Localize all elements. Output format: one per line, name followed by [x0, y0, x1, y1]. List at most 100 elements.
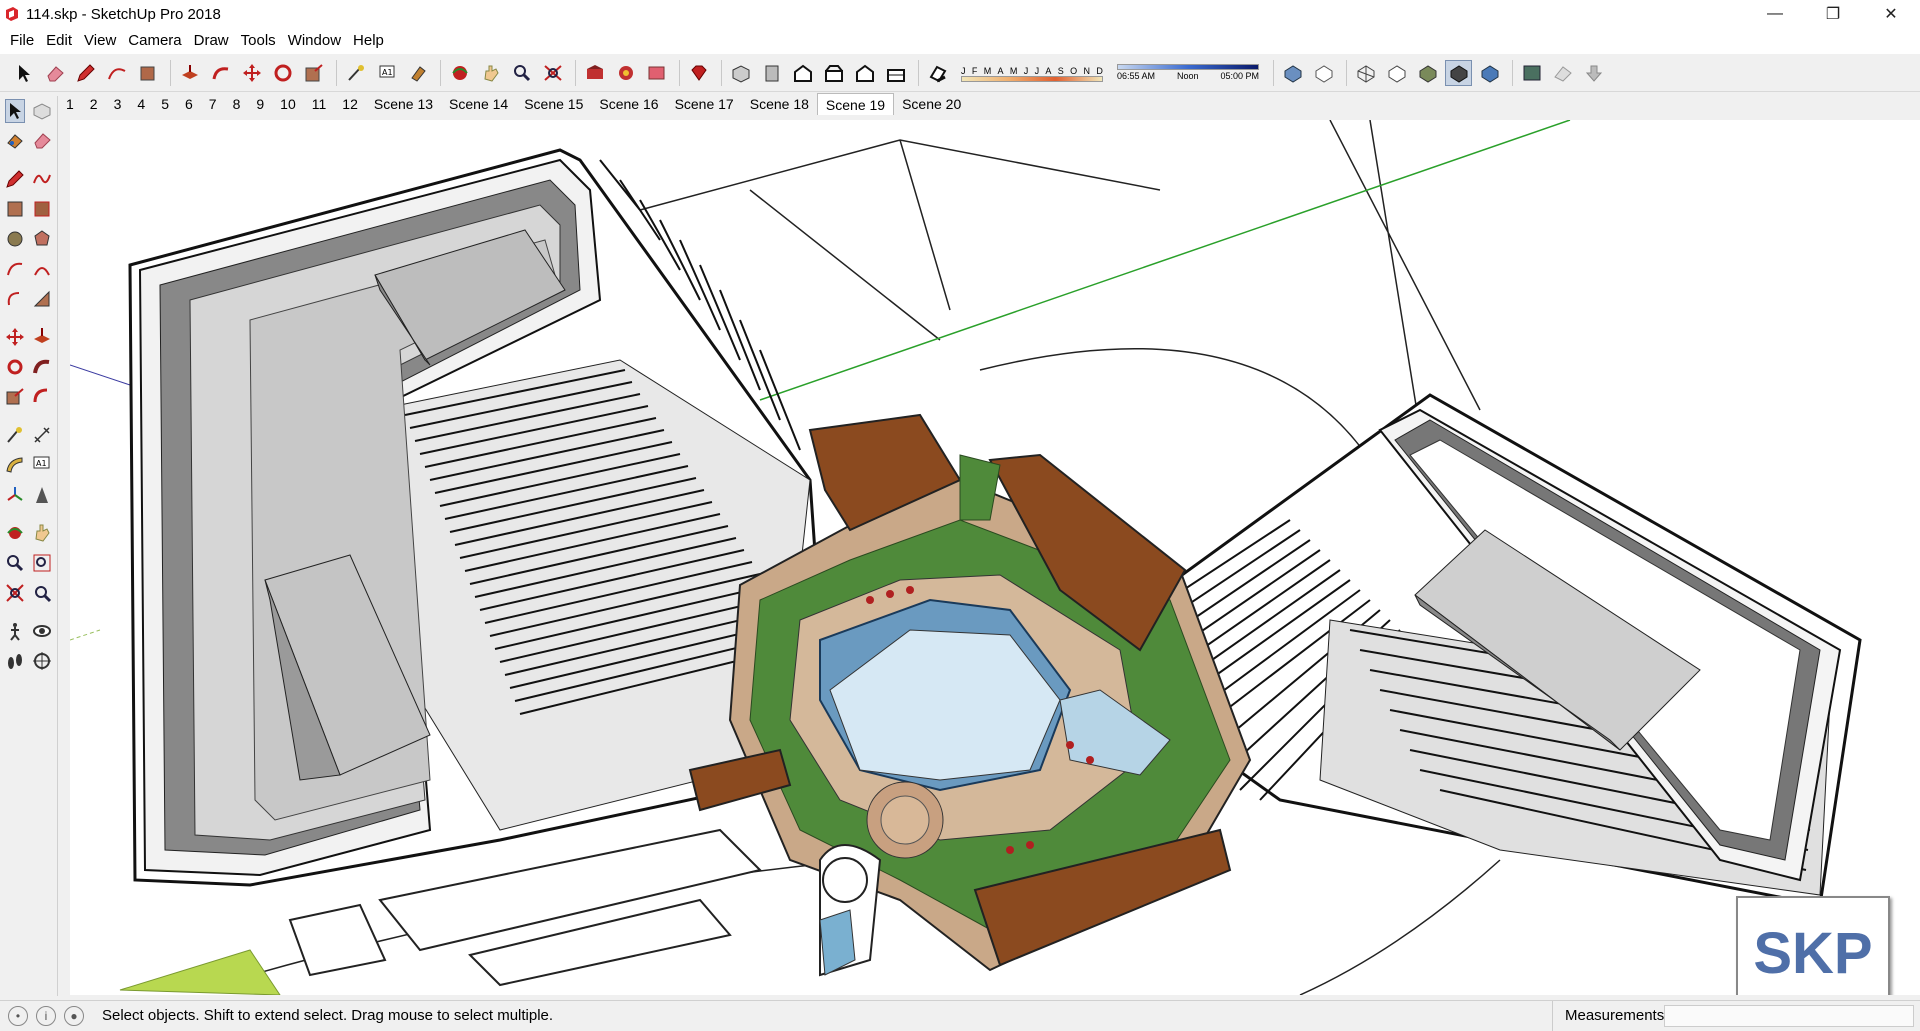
follow-me-icon[interactable]	[32, 355, 52, 379]
text-icon[interactable]: A1	[32, 453, 52, 477]
menu-edit[interactable]: Edit	[40, 28, 78, 54]
axes-icon[interactable]	[5, 483, 25, 507]
credits-icon[interactable]: i	[36, 1005, 56, 1026]
send-icon[interactable]	[643, 60, 670, 86]
menu-tools[interactable]: Tools	[235, 28, 282, 54]
paint-bucket-icon[interactable]	[134, 60, 161, 86]
front-view-icon[interactable]	[789, 60, 816, 86]
push-pull-icon[interactable]	[176, 60, 203, 86]
wireframe-icon[interactable]	[1352, 60, 1379, 86]
zoom-extents-icon[interactable]	[5, 581, 25, 605]
polygon-icon[interactable]	[32, 227, 52, 251]
ruby-icon[interactable]	[685, 60, 712, 86]
minimize-button[interactable]: —	[1746, 0, 1804, 28]
monochrome-icon[interactable]	[1476, 60, 1503, 86]
scene-tab-15[interactable]: Scene 15	[516, 93, 591, 115]
extension-icon[interactable]	[612, 60, 639, 86]
select-icon[interactable]	[5, 99, 25, 123]
arc-icon[interactable]	[103, 60, 130, 86]
component-icon[interactable]	[32, 99, 52, 123]
position-camera-icon[interactable]	[5, 619, 25, 643]
3d-text-icon[interactable]	[32, 483, 52, 507]
scene-tab-6[interactable]: 6	[177, 93, 201, 115]
scene-tab-4[interactable]: 4	[129, 93, 153, 115]
paint-icon[interactable]	[404, 60, 431, 86]
three-point-arc-icon[interactable]	[5, 287, 25, 311]
freehand-icon[interactable]	[32, 167, 52, 191]
hidden-line-icon[interactable]	[1383, 60, 1410, 86]
paint-bucket-icon[interactable]	[5, 129, 25, 153]
menu-file[interactable]: File	[4, 28, 40, 54]
iso-view-icon[interactable]	[727, 60, 754, 86]
scale-icon[interactable]	[300, 60, 327, 86]
measurements-input[interactable]	[1664, 1005, 1914, 1027]
scene-tab-2[interactable]: 2	[82, 93, 106, 115]
rotate-icon[interactable]	[269, 60, 296, 86]
scene-tab-13[interactable]: Scene 13	[366, 93, 441, 115]
model-viewport[interactable]: SKP	[70, 120, 1920, 995]
left-view-icon[interactable]	[882, 60, 909, 86]
rotate-icon[interactable]	[5, 355, 25, 379]
scene-tab-10[interactable]: 10	[272, 93, 304, 115]
shaded-icon[interactable]	[1414, 60, 1441, 86]
tape-measure-icon[interactable]	[342, 60, 369, 86]
zoom-icon[interactable]	[5, 551, 25, 575]
pan-icon[interactable]	[32, 521, 52, 545]
rectangle-icon[interactable]	[5, 197, 25, 221]
zoom-extents-icon[interactable]	[539, 60, 566, 86]
shaded-textures-icon[interactable]	[1445, 59, 1472, 86]
tape-measure-icon[interactable]	[5, 423, 25, 447]
back-edges-icon[interactable]	[1310, 60, 1337, 86]
section-fill-icon[interactable]	[1580, 60, 1607, 86]
warehouse-icon[interactable]	[581, 60, 608, 86]
move-icon[interactable]	[5, 325, 25, 349]
protractor-icon[interactable]	[5, 453, 25, 477]
rotated-rectangle-icon[interactable]	[32, 197, 52, 221]
line-icon[interactable]	[5, 167, 25, 191]
scene-tab-3[interactable]: 3	[106, 93, 130, 115]
zoom-icon[interactable]	[508, 60, 535, 86]
scene-tab-20[interactable]: Scene 20	[894, 93, 969, 115]
scene-tab-14[interactable]: Scene 14	[441, 93, 516, 115]
scene-tab-19[interactable]: Scene 19	[816, 93, 895, 115]
dimension-icon[interactable]	[32, 423, 52, 447]
top-view-icon[interactable]	[758, 60, 785, 86]
scene-tab-12[interactable]: 12	[334, 93, 366, 115]
menu-view[interactable]: View	[78, 28, 122, 54]
menu-window[interactable]: Window	[282, 28, 347, 54]
shadows-icon[interactable]	[924, 60, 951, 86]
text-icon[interactable]: A1	[373, 60, 400, 86]
scene-tab-11[interactable]: 11	[304, 93, 335, 115]
close-button[interactable]: ✕	[1862, 0, 1920, 28]
menu-help[interactable]: Help	[347, 28, 390, 54]
eraser-icon[interactable]	[32, 129, 52, 153]
user-icon[interactable]: ●	[64, 1005, 84, 1026]
section-plane-icon[interactable]	[32, 649, 52, 673]
follow-me-icon[interactable]	[207, 60, 234, 86]
xray-icon[interactable]	[1279, 60, 1306, 86]
scene-tab-16[interactable]: Scene 16	[591, 93, 666, 115]
look-around-icon[interactable]	[32, 619, 52, 643]
scene-tab-18[interactable]: Scene 18	[742, 93, 817, 115]
scene-tab-8[interactable]: 8	[225, 93, 249, 115]
menu-draw[interactable]: Draw	[188, 28, 235, 54]
pan-icon[interactable]	[477, 60, 504, 86]
pie-icon[interactable]	[32, 287, 52, 311]
previous-view-icon[interactable]	[32, 581, 52, 605]
scene-tab-7[interactable]: 7	[201, 93, 225, 115]
scale-icon[interactable]	[5, 385, 25, 409]
geo-location-icon[interactable]: •	[8, 1005, 28, 1026]
scene-tab-1[interactable]: 1	[58, 93, 82, 115]
pencil-icon[interactable]	[72, 60, 99, 86]
restore-button[interactable]: ❐	[1804, 0, 1862, 28]
shadow-date-slider[interactable]: J F M A M J J A S O N D	[961, 64, 1103, 82]
section-cut-icon[interactable]	[1549, 60, 1576, 86]
push-pull-icon[interactable]	[32, 325, 52, 349]
right-view-icon[interactable]	[820, 60, 847, 86]
zoom-window-icon[interactable]	[32, 551, 52, 575]
two-point-arc-icon[interactable]	[32, 257, 52, 281]
eraser-icon[interactable]	[41, 60, 68, 86]
scene-tab-5[interactable]: 5	[153, 93, 177, 115]
orbit-icon[interactable]	[5, 521, 25, 545]
offset-icon[interactable]	[32, 385, 52, 409]
